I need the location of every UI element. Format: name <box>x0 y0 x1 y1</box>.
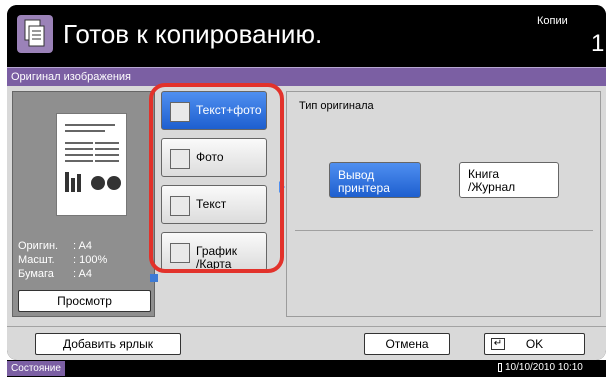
copy-count: 1 <box>591 30 605 57</box>
mode-label: Копии <box>537 15 568 27</box>
book-magazine-button[interactable]: Книга /Журнал <box>459 162 559 198</box>
ok-button[interactable]: ↵ OK <box>484 333 585 355</box>
zoom-value: : 100% <box>73 254 108 266</box>
paper-value: : A4 <box>73 268 92 280</box>
panel: Готов к копированию. Копии 1 Оригинал из… <box>7 5 606 360</box>
preview-button[interactable]: Просмотр <box>18 290 151 312</box>
status-button[interactable]: Состояние <box>7 361 65 376</box>
tab-bar: Оригинал изображения <box>7 67 606 86</box>
original-type-pane: Тип оригинала Вывод принтера Книга /Журн… <box>286 91 601 317</box>
selection-outline <box>149 83 284 273</box>
main-body: Оригин. : A4 Масшт. : 100% Бумага : A4 П… <box>7 86 606 326</box>
zoom-label: Масшт. <box>18 254 55 266</box>
page-icon <box>150 274 158 282</box>
page-title: Готов к копированию. <box>63 19 323 49</box>
header: Готов к копированию. Копии 1 <box>7 5 606 65</box>
cancel-button[interactable]: Отмена <box>364 333 450 355</box>
original-size-value: : A4 <box>73 240 92 252</box>
copy-icon <box>17 15 53 53</box>
preview-pane: Оригин. : A4 Масшт. : 100% Бумага : A4 П… <box>12 91 158 317</box>
original-type-title: Тип оригинала <box>299 100 374 112</box>
tab-title: Оригинал изображения <box>11 71 132 83</box>
original-size-label: Оригин. <box>18 240 59 252</box>
divider <box>295 230 593 231</box>
paper-label: Бумага <box>18 268 54 280</box>
printer-output-button[interactable]: Вывод принтера <box>329 162 421 198</box>
status-bar: Состояние 10/10/2010 10:10 <box>7 360 606 377</box>
status-datetime: 10/10/2010 10:10 <box>505 362 583 373</box>
status-indicator-icon <box>498 363 502 372</box>
document-thumbnail <box>56 113 127 216</box>
add-label-button[interactable]: Добавить ярлык <box>35 333 181 355</box>
footer: Добавить ярлык Отмена ↵ OK <box>7 326 606 360</box>
enter-icon: ↵ <box>491 338 505 350</box>
